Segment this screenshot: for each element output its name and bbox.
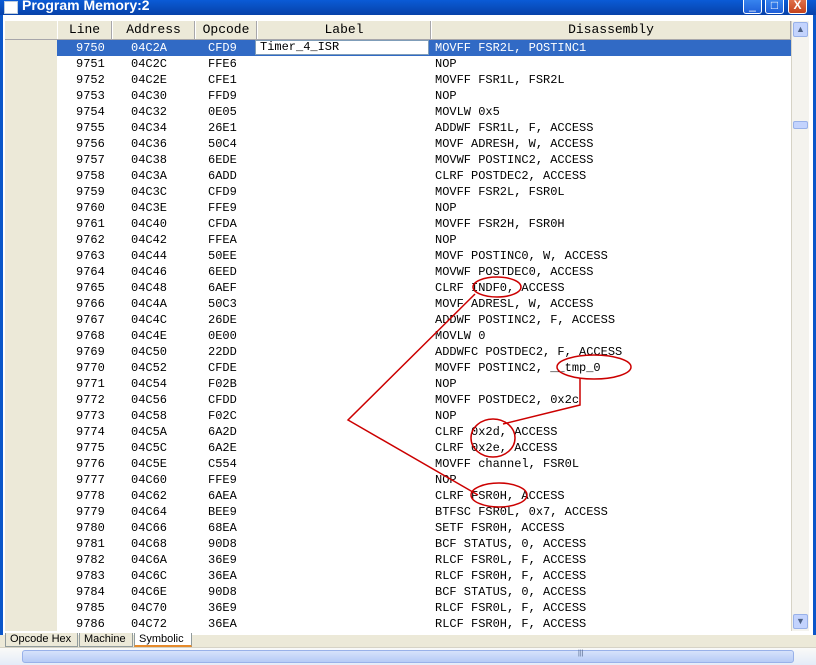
annotation-circle-0x2d-0x2e	[470, 418, 516, 458]
annotation-line-connector	[502, 378, 581, 425]
red-annotation-overlay	[346, 276, 632, 508]
annotation-circle-indf0	[472, 276, 522, 298]
annotation-circle-tmp0	[556, 354, 632, 380]
annotation-line-bracket	[346, 293, 479, 496]
annotation-circle-fsr0h	[470, 482, 528, 508]
